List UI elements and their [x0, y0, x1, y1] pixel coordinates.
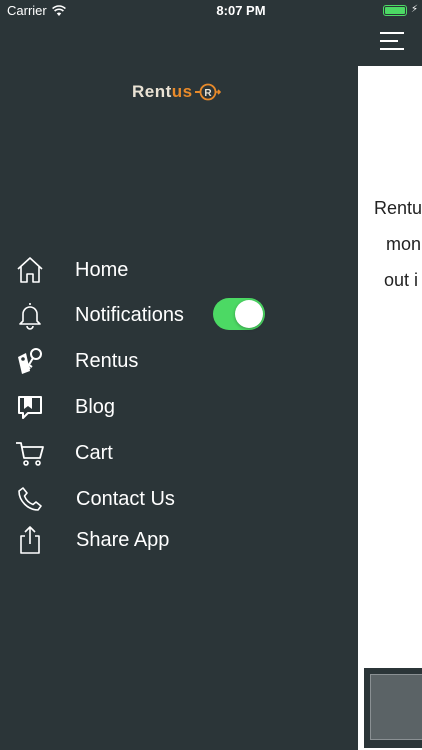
cart-icon	[14, 437, 46, 469]
logo-text-rent: Rent	[132, 82, 172, 101]
content-thumbnail	[364, 668, 422, 748]
logo-text-us: us	[171, 82, 193, 101]
bell-icon	[14, 299, 46, 331]
status-time: 8:07 PM	[216, 3, 266, 18]
svg-text:R: R	[204, 88, 212, 99]
blog-icon	[14, 391, 46, 423]
menu-item-notifications[interactable]: Notifications	[0, 295, 300, 335]
menu-item-blog[interactable]: Blog	[0, 387, 300, 427]
hamburger-menu-icon[interactable]	[380, 32, 404, 52]
menu-item-cart[interactable]: Cart	[0, 433, 300, 473]
menu-item-home[interactable]: Home	[0, 250, 300, 290]
battery-icon	[383, 5, 407, 16]
status-bar: Carrier 8:07 PM ⚡	[0, 0, 422, 22]
menu-item-rentus[interactable]: Rentus	[0, 341, 300, 381]
home-icon	[14, 254, 46, 286]
logo-r-mark: R	[194, 83, 221, 101]
menu-label-rentus: Rentus	[75, 350, 139, 372]
menu-label-home: Home	[75, 259, 129, 281]
share-icon	[14, 524, 46, 556]
keys-icon	[14, 345, 46, 377]
charging-icon: ⚡	[411, 4, 419, 15]
main-content-peek[interactable]: Rentu mon out i	[358, 0, 422, 750]
menu-label-contact-us: Contact Us	[76, 488, 175, 510]
menu-label-notifications: Notifications	[75, 304, 184, 326]
app-logo: Rent us R	[132, 82, 221, 102]
menu-label-cart: Cart	[75, 442, 113, 464]
toggle-knob	[235, 300, 263, 328]
menu-item-contact-us[interactable]: Contact Us	[0, 479, 300, 519]
content-text-line-3: out i	[384, 270, 419, 290]
notifications-toggle[interactable]	[213, 298, 265, 330]
phone-icon	[14, 483, 46, 515]
menu-item-share-app[interactable]: Share App	[0, 520, 300, 560]
menu-label-blog: Blog	[75, 396, 116, 418]
content-text-line-2: mon	[386, 234, 422, 254]
content-text-line-1: Rentu	[374, 198, 422, 218]
menu-label-share-app: Share App	[76, 529, 170, 551]
